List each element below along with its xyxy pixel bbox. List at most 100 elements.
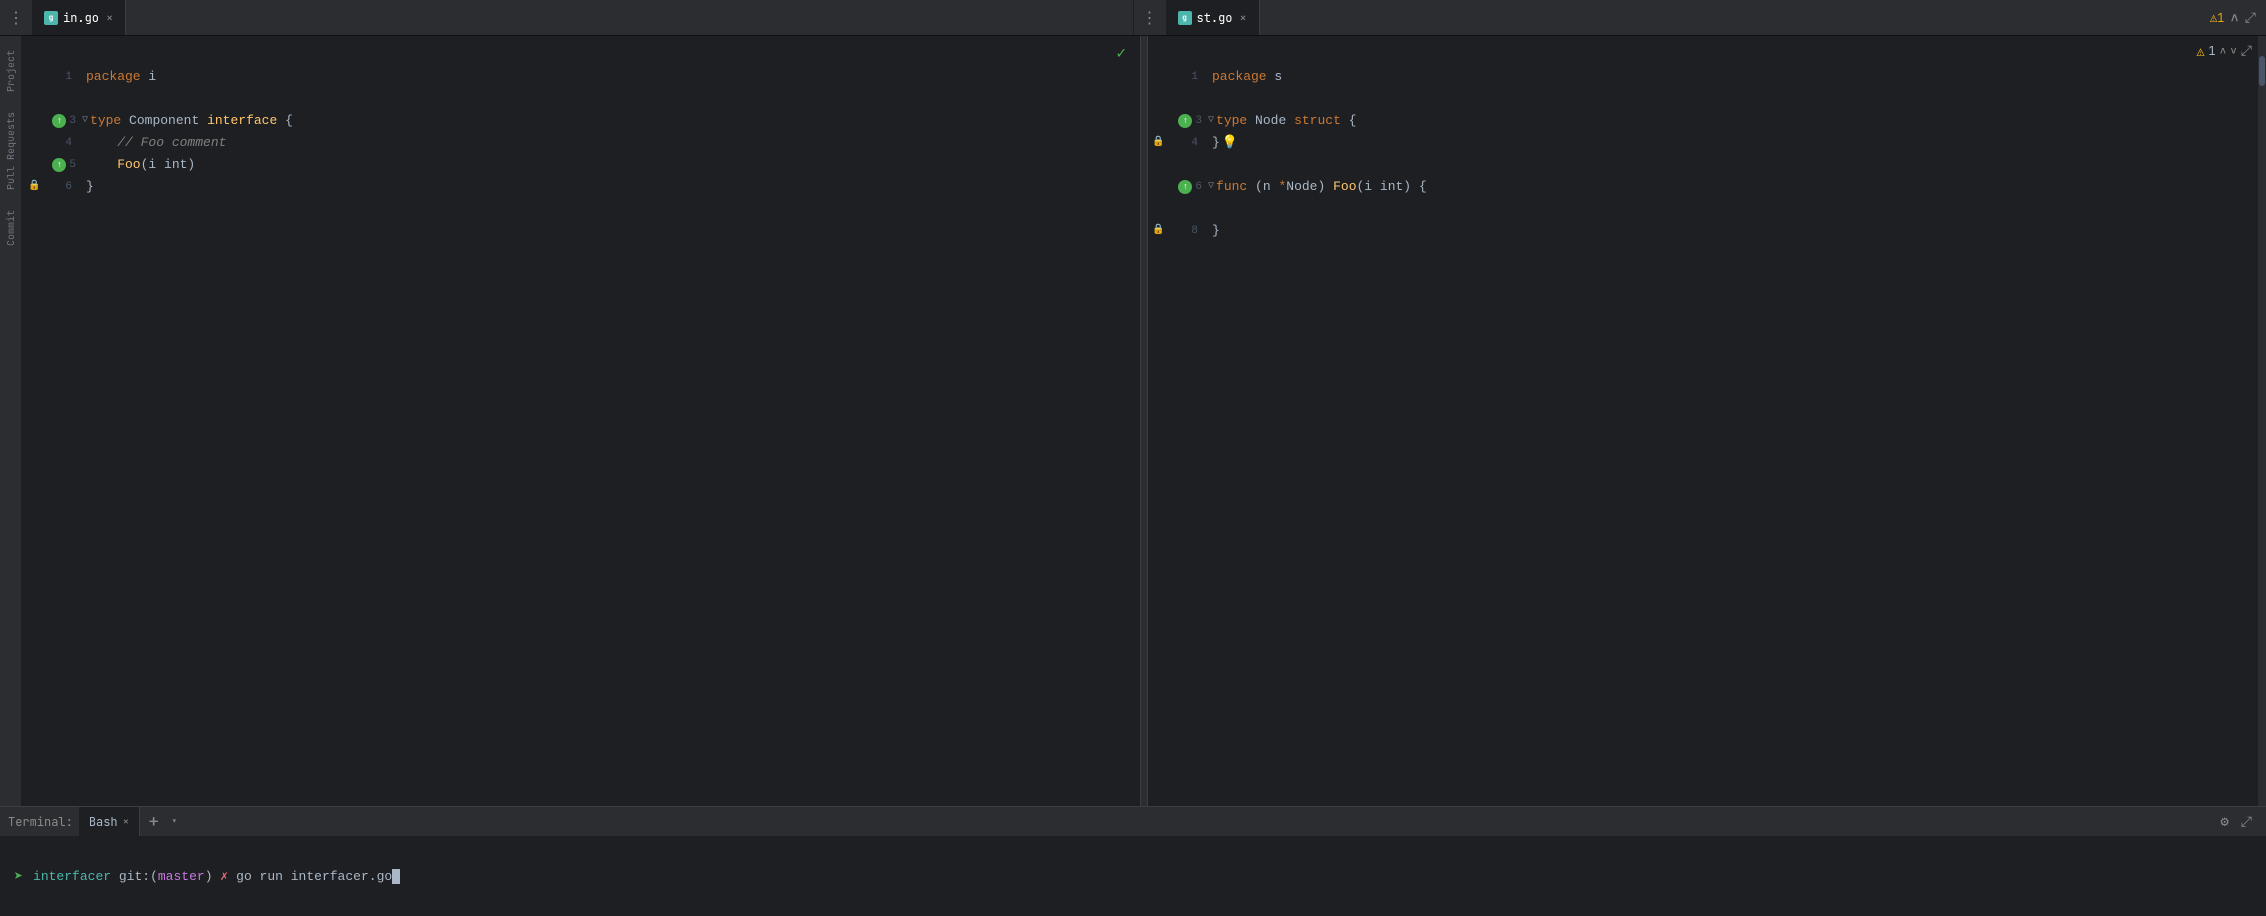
r-code-line-4: 🔒 4 }💡 xyxy=(1148,132,2266,154)
fold-lock-r8: 🔒 xyxy=(1152,220,1164,242)
r-gutter-4: 🔒 4 xyxy=(1148,132,1208,154)
code-text-1: package i xyxy=(82,66,156,88)
fold-lock-r4: 🔒 xyxy=(1152,132,1164,154)
terminal-branch-name: master xyxy=(158,869,205,884)
terminal-add-btn[interactable]: + xyxy=(140,807,167,837)
code-text-4: // Foo comment xyxy=(82,132,226,154)
terminal-bash-tab[interactable]: Bash × xyxy=(79,807,140,836)
r-gutter-3: ↑ 3 xyxy=(1148,110,1208,132)
tab-close-st-go[interactable]: × xyxy=(1240,10,1247,26)
terminal-area: Terminal: Bash × + ▾ ⚙ ⤢ ➤ interfacer gi… xyxy=(0,806,2266,916)
r-gutter-icon-green-3: ↑ xyxy=(1178,114,1192,128)
maximize-right[interactable]: ⤢ xyxy=(2241,42,2252,60)
gutter-icon-green-3: ↑ xyxy=(52,114,66,128)
code-line-blank-2 xyxy=(22,88,1140,110)
code-line-1: 1 package i xyxy=(22,66,1140,88)
r-code-line-3: ↑ 3 ▽ type Node struct { xyxy=(1148,110,2266,132)
line-num-3: 3 xyxy=(69,110,76,132)
terminal-bash-close[interactable]: × xyxy=(123,815,130,829)
code-line-5: ↑ 5 Foo(i int) xyxy=(22,154,1140,176)
r-code-line-1: 1 package s xyxy=(1148,66,2266,88)
right-editor-pane: ⚠ 1 ∧ ∨ ⤢ 1 package s xyxy=(1148,36,2266,806)
three-dots-left[interactable]: ⋮ xyxy=(0,7,32,28)
sidebar: Project Pull Requests Commit xyxy=(0,36,22,806)
tab-bar-right-controls: ⚠1 ∧ ⤢ xyxy=(2200,9,2266,27)
gutter-4: 4 xyxy=(22,132,82,154)
right-tab-section: ⋮ g st.go × ⚠1 ∧ ⤢ xyxy=(1133,0,2266,35)
r-gutter-8: 🔒 8 xyxy=(1148,220,1208,242)
code-line-4: 4 // Foo comment xyxy=(22,132,1140,154)
terminal-dropdown-btn[interactable]: ▾ xyxy=(167,815,182,829)
warning-chevron-up[interactable]: ∧ xyxy=(2220,44,2227,58)
terminal-command: go run interfacer.go xyxy=(236,869,392,884)
go-file-icon-left: g xyxy=(44,11,58,25)
gutter-5: ↑ 5 xyxy=(22,154,82,176)
r-code-text-8: } xyxy=(1208,220,1220,242)
terminal-settings-btn[interactable]: ⚙ xyxy=(2214,813,2234,831)
right-editor-warning: ⚠ 1 ∧ ∨ ⤢ xyxy=(2197,42,2252,60)
code-text-5: Foo(i int) xyxy=(82,154,195,176)
r-gutter-icon-green-6: ↑ xyxy=(1178,180,1192,194)
tab-in-go[interactable]: g in.go × xyxy=(32,0,126,35)
three-dots-right[interactable]: ⋮ xyxy=(1134,7,1166,28)
tab-label-st-go: st.go xyxy=(1197,10,1233,26)
terminal-maximize-btn[interactable]: ⤢ xyxy=(2235,813,2258,831)
left-editor-pane: ✓ 1 package i xyxy=(22,36,1140,806)
gutter-icon-green-5: ↑ xyxy=(52,158,66,172)
terminal-cwd: interfacer xyxy=(33,869,111,884)
r-gutter-6: ↑ 6 xyxy=(1148,176,1208,198)
code-line-6: 🔒 6 } xyxy=(22,176,1140,198)
terminal-bash-label: Bash xyxy=(89,814,118,830)
tab-bar: ⋮ g in.go × ⋮ g st.go × ⚠1 ∧ ⤢ xyxy=(0,0,2266,36)
terminal-cursor xyxy=(392,869,400,884)
terminal-content[interactable]: ➤ interfacer git: ( master ) ✗ go run in… xyxy=(0,837,2266,916)
pane-divider xyxy=(1140,36,1148,806)
line-num-5: 5 xyxy=(69,154,76,176)
r-code-line-blank-2 xyxy=(1148,88,2266,110)
right-scrollbar[interactable] xyxy=(2258,36,2266,806)
r-code-line-blank-1 xyxy=(1148,44,2266,66)
r-fold-arrow-6[interactable]: ▽ xyxy=(1208,176,1214,198)
gutter-6: 🔒 6 xyxy=(22,176,82,198)
tab-label-in-go: in.go xyxy=(63,10,99,26)
terminal-prompt-arrow: ➤ xyxy=(14,867,23,886)
gutter-1: 1 xyxy=(22,66,82,88)
left-tab-section: ⋮ g in.go × xyxy=(0,0,1133,35)
right-editor-content[interactable]: 1 package s ↑ 3 ▽ type Node s xyxy=(1148,36,2266,806)
tab-close-in-go[interactable]: × xyxy=(106,10,113,26)
code-text-3: type Component interface { xyxy=(90,110,293,132)
go-file-icon-right: g xyxy=(1178,11,1192,25)
left-editor-content[interactable]: 1 package i ↑ 3 ▽ type Compon xyxy=(22,36,1140,806)
r-code-line-blank-3 xyxy=(1148,154,2266,176)
expand-icon[interactable]: ∧ xyxy=(2230,9,2238,27)
maximize-icon[interactable]: ⤢ xyxy=(2245,9,2256,27)
warning-indicator: ⚠1 xyxy=(2210,10,2224,26)
terminal-tab-bar: Terminal: Bash × + ▾ ⚙ ⤢ xyxy=(0,807,2266,837)
r-gutter-1: 1 xyxy=(1148,66,1208,88)
sidebar-item-project[interactable]: Project xyxy=(4,44,17,98)
tab-st-go[interactable]: g st.go × xyxy=(1166,0,1260,35)
r-code-line-8: 🔒 8 } xyxy=(1148,220,2266,242)
fold-arrow-3[interactable]: ▽ xyxy=(82,110,88,132)
right-scrollbar-thumb[interactable] xyxy=(2259,56,2265,86)
sidebar-item-pull-requests[interactable]: Pull Requests xyxy=(4,106,17,196)
terminal-branch-close: ) xyxy=(205,869,213,884)
r-code-text-6: func (n *Node) Foo(i int) { xyxy=(1216,176,1427,198)
terminal-git-label: git: xyxy=(111,869,150,884)
warning-count: 1 xyxy=(2208,43,2215,59)
bulb-icon[interactable]: 💡 xyxy=(1222,135,1238,150)
r-code-text-4: }💡 xyxy=(1208,132,1238,154)
fold-lock-6: 🔒 xyxy=(28,176,40,198)
r-fold-arrow-3[interactable]: ▽ xyxy=(1208,110,1214,132)
left-editor-checkmark: ✓ xyxy=(1116,42,1126,63)
terminal-git-x: ✗ xyxy=(213,869,229,884)
app-window: ⋮ g in.go × ⋮ g st.go × ⚠1 ∧ ⤢ xyxy=(0,0,2266,916)
code-line-3: ↑ 3 ▽ type Component interface { xyxy=(22,110,1140,132)
warning-triangle: ⚠ xyxy=(2197,43,2205,60)
code-line-blank-1 xyxy=(22,44,1140,66)
sidebar-item-commit[interactable]: Commit xyxy=(4,204,17,252)
warning-chevron-down[interactable]: ∨ xyxy=(2230,44,2237,58)
terminal-branch-open: ( xyxy=(150,869,158,884)
gutter-3: ↑ 3 xyxy=(22,110,82,132)
r-code-text-3: type Node struct { xyxy=(1216,110,1356,132)
